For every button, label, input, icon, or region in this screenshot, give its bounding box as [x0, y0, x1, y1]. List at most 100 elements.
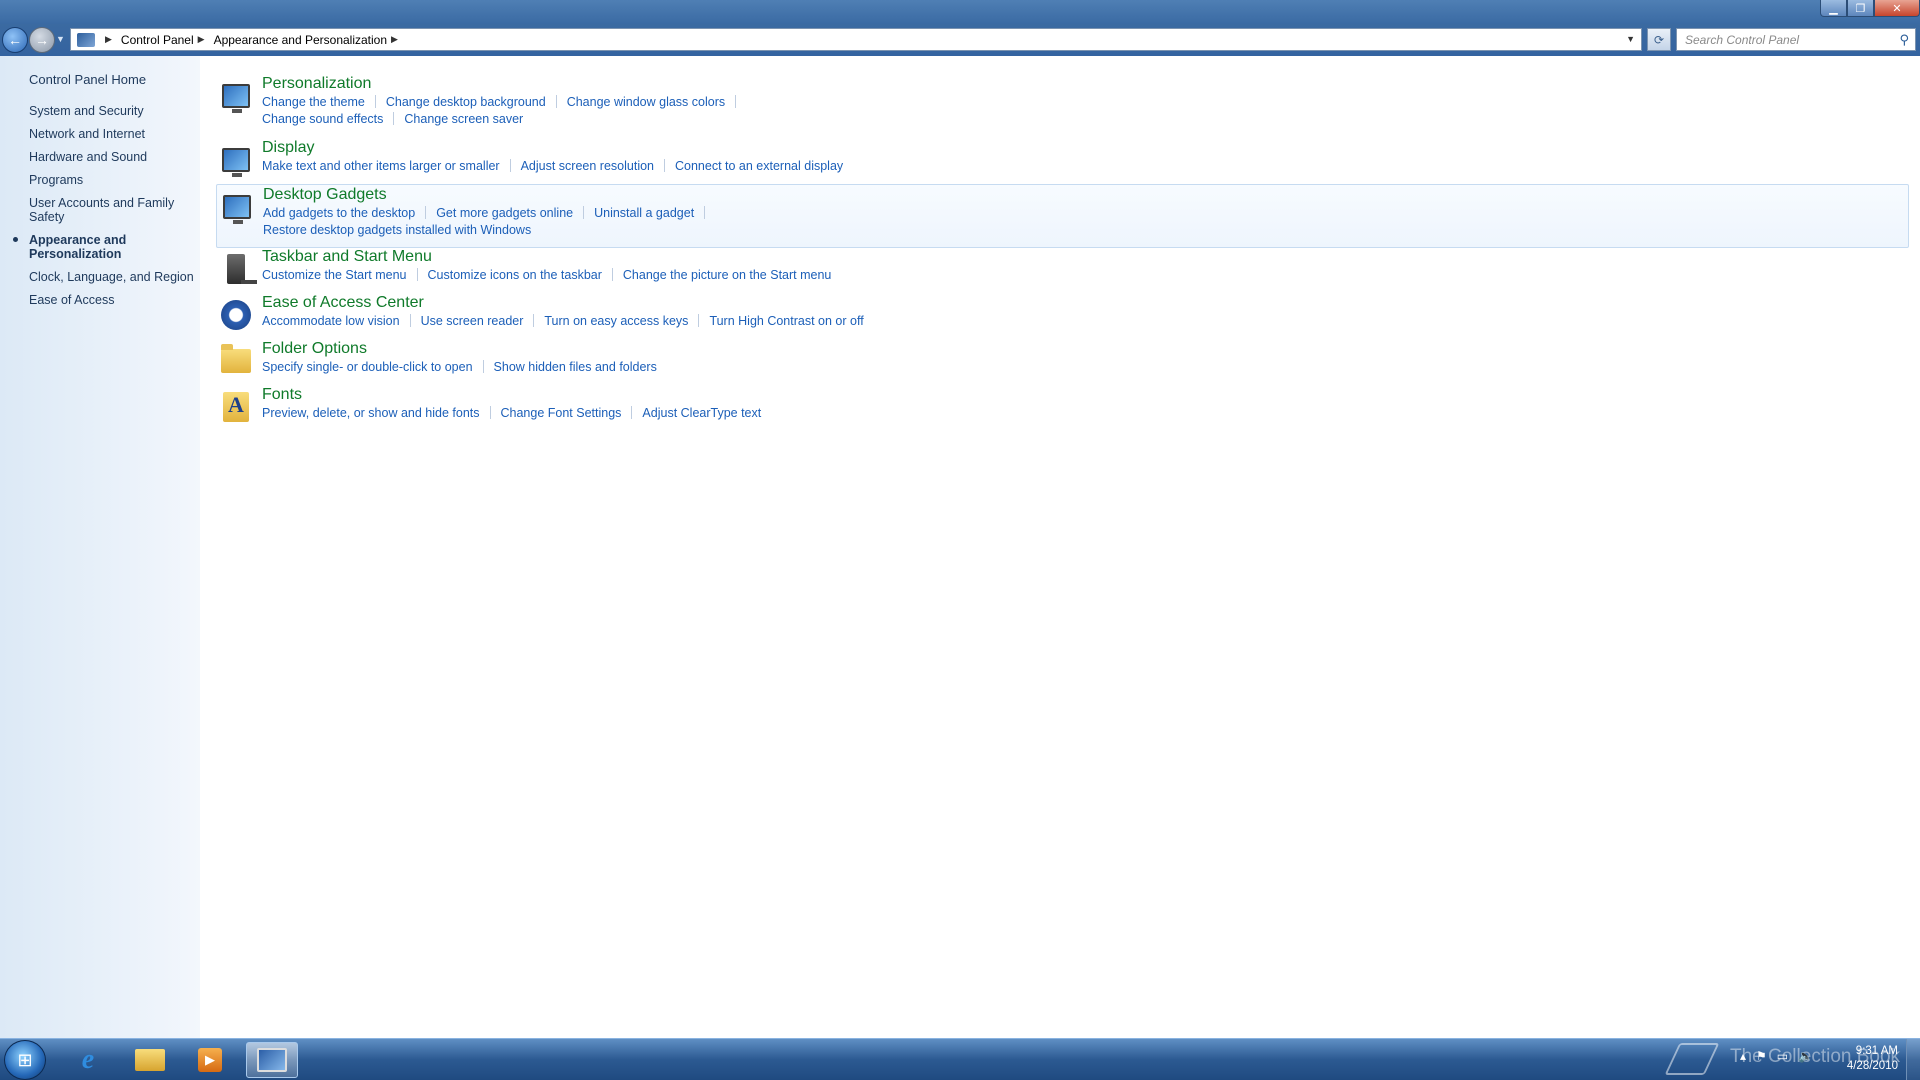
taskbar-media-player[interactable]: ▶: [184, 1042, 236, 1078]
link-separator: [555, 95, 557, 108]
link-low-vision[interactable]: Accommodate low vision: [262, 314, 400, 328]
link-high-contrast[interactable]: Turn High Contrast on or off: [709, 314, 863, 328]
link-screen-reader[interactable]: Use screen reader: [421, 314, 524, 328]
category-links: Specify single- or double-click to open S…: [262, 359, 1909, 376]
link-change-sound-effects[interactable]: Change sound effects: [262, 112, 383, 126]
link-customize-taskbar-icons[interactable]: Customize icons on the taskbar: [428, 268, 602, 282]
address-bar[interactable]: ▶ Control Panel ▶ Appearance and Persona…: [70, 28, 1642, 51]
category-title[interactable]: Personalization: [262, 74, 1909, 94]
network-icon[interactable]: ▭: [1777, 1049, 1788, 1063]
taskbar-control-panel[interactable]: [246, 1042, 298, 1078]
current-page-bullet: [13, 237, 18, 242]
link-change-start-picture[interactable]: Change the picture on the Start menu: [623, 268, 831, 282]
link-adjust-resolution[interactable]: Adjust screen resolution: [521, 159, 654, 173]
link-change-theme[interactable]: Change the theme: [262, 95, 365, 109]
category-title[interactable]: Desktop Gadgets: [263, 185, 1908, 205]
chevron-right-icon[interactable]: ▶: [391, 34, 398, 45]
category-links: Add gadgets to the desktop Get more gadge…: [263, 205, 1908, 239]
breadcrumb-control-panel[interactable]: Control Panel: [121, 33, 194, 47]
main-content: Personalization Change the theme Change d…: [200, 56, 1920, 1038]
search-icon[interactable]: ⚲: [1899, 32, 1909, 48]
sidebar-item-programs[interactable]: Programs: [29, 173, 197, 187]
sidebar-list: System and Security Network and Internet…: [13, 104, 197, 316]
category-display: Display Make text and other items larger…: [216, 138, 1909, 177]
sidebar-item-ease-of-access[interactable]: Ease of Access: [29, 293, 197, 307]
back-button[interactable]: ←: [2, 27, 28, 53]
link-text-size[interactable]: Make text and other items larger or smal…: [262, 159, 500, 173]
category-links: Customize the Start menu Customize icons …: [262, 267, 1909, 284]
link-font-settings[interactable]: Change Font Settings: [501, 406, 622, 420]
link-hidden-files[interactable]: Show hidden files and folders: [494, 360, 657, 374]
action-center-flag-icon[interactable]: ⚑: [1756, 1049, 1767, 1063]
search-box[interactable]: ⚲: [1676, 28, 1916, 51]
link-separator: [509, 159, 511, 172]
link-separator: [698, 314, 700, 327]
link-external-display[interactable]: Connect to an external display: [675, 159, 843, 173]
forward-button[interactable]: →: [29, 27, 55, 53]
clock-time: 9:31 AM: [1855, 1045, 1898, 1057]
start-button[interactable]: ⊞: [4, 1040, 46, 1080]
volume-icon[interactable]: 🔈: [1798, 1049, 1813, 1063]
refresh-button[interactable]: ⟳: [1647, 28, 1671, 51]
sidebar-item-hardware-sound[interactable]: Hardware and Sound: [29, 150, 197, 164]
category-title[interactable]: Folder Options: [262, 339, 1909, 359]
maximize-button[interactable]: ❐: [1847, 0, 1874, 17]
taskbar-windows-explorer[interactable]: [124, 1042, 176, 1078]
link-separator: [631, 406, 633, 419]
show-desktop-button[interactable]: [1906, 1039, 1920, 1080]
breadcrumb-appearance[interactable]: Appearance and Personalization: [214, 33, 387, 47]
control-panel-icon[interactable]: [77, 32, 95, 47]
display-icon[interactable]: [220, 144, 252, 177]
link-change-window-glass-colors[interactable]: Change window glass colors: [567, 95, 725, 109]
link-separator: [489, 406, 491, 419]
link-separator: [482, 360, 484, 373]
taskbar-internet-explorer[interactable]: e: [62, 1042, 114, 1078]
personalization-icon[interactable]: [220, 80, 252, 113]
category-title[interactable]: Display: [262, 138, 1909, 158]
internet-explorer-icon: e: [81, 1044, 95, 1075]
category-title[interactable]: Ease of Access Center: [262, 293, 1909, 313]
sidebar-item-network-internet[interactable]: Network and Internet: [29, 127, 197, 141]
category-title[interactable]: Fonts: [262, 385, 1909, 405]
link-single-double-click[interactable]: Specify single- or double-click to open: [262, 360, 473, 374]
media-player-icon: ▶: [198, 1048, 222, 1072]
fonts-icon[interactable]: A: [220, 391, 252, 423]
desktop-gadgets-icon[interactable]: [221, 191, 253, 224]
category-personalization: Personalization Change the theme Change d…: [216, 74, 1909, 128]
ease-of-access-icon[interactable]: [220, 299, 252, 331]
category-title[interactable]: Taskbar and Start Menu: [262, 247, 1909, 267]
link-uninstall-gadget[interactable]: Uninstall a gadget: [594, 206, 694, 220]
link-add-gadgets[interactable]: Add gadgets to the desktop: [263, 206, 415, 220]
link-easy-access-keys[interactable]: Turn on easy access keys: [544, 314, 688, 328]
link-cleartype[interactable]: Adjust ClearType text: [642, 406, 761, 420]
link-customize-start-menu[interactable]: Customize the Start menu: [262, 268, 407, 282]
link-restore-gadgets[interactable]: Restore desktop gadgets installed with W…: [263, 223, 531, 237]
clock[interactable]: 9:31 AM 4/28/2010: [1847, 1044, 1898, 1074]
link-get-more-gadgets[interactable]: Get more gadgets online: [436, 206, 573, 220]
category-links: Change the theme Change desktop backgroun…: [262, 94, 1909, 128]
sidebar-item-control-panel-home[interactable]: Control Panel Home: [29, 72, 146, 87]
address-dropdown-icon[interactable]: ▼: [1626, 34, 1635, 44]
chevron-right-icon[interactable]: ▶: [105, 34, 112, 45]
category-links: Accommodate low vision Use screen reader T…: [262, 313, 1909, 330]
taskbar: ⊞ e ▶ The Collection Book ▴ ⚑ ▭ 🔈 9:31 A…: [0, 1038, 1920, 1080]
sidebar-item-user-accounts[interactable]: User Accounts and Family Safety: [29, 196, 197, 224]
search-input[interactable]: [1685, 32, 1885, 47]
link-change-desktop-background[interactable]: Change desktop background: [386, 95, 546, 109]
sidebar-item-system-security[interactable]: System and Security: [29, 104, 197, 118]
link-separator: [374, 95, 376, 108]
folder-options-icon[interactable]: [220, 344, 252, 377]
show-hidden-icons-icon[interactable]: ▴: [1740, 1049, 1746, 1063]
taskbar-icon[interactable]: [220, 253, 257, 285]
link-preview-fonts[interactable]: Preview, delete, or show and hide fonts: [262, 406, 480, 420]
sidebar-item-clock-language[interactable]: Clock, Language, and Region: [29, 270, 197, 284]
link-change-screen-saver[interactable]: Change screen saver: [404, 112, 523, 126]
category-folder-options: Folder Options Specify single- or double…: [216, 339, 1909, 376]
recent-pages-dropdown[interactable]: ▼: [56, 34, 65, 44]
chevron-right-icon[interactable]: ▶: [198, 34, 205, 45]
address-row: ← → ▼ ▶ Control Panel ▶ Appearance and P…: [0, 24, 1920, 56]
category-ease-of-access: Ease of Access Center Accommodate low vi…: [216, 293, 1909, 330]
close-button[interactable]: ✕: [1874, 0, 1920, 17]
sidebar-item-appearance[interactable]: Appearance and Personalization: [13, 233, 197, 261]
minimize-button[interactable]: ▁: [1820, 0, 1847, 17]
